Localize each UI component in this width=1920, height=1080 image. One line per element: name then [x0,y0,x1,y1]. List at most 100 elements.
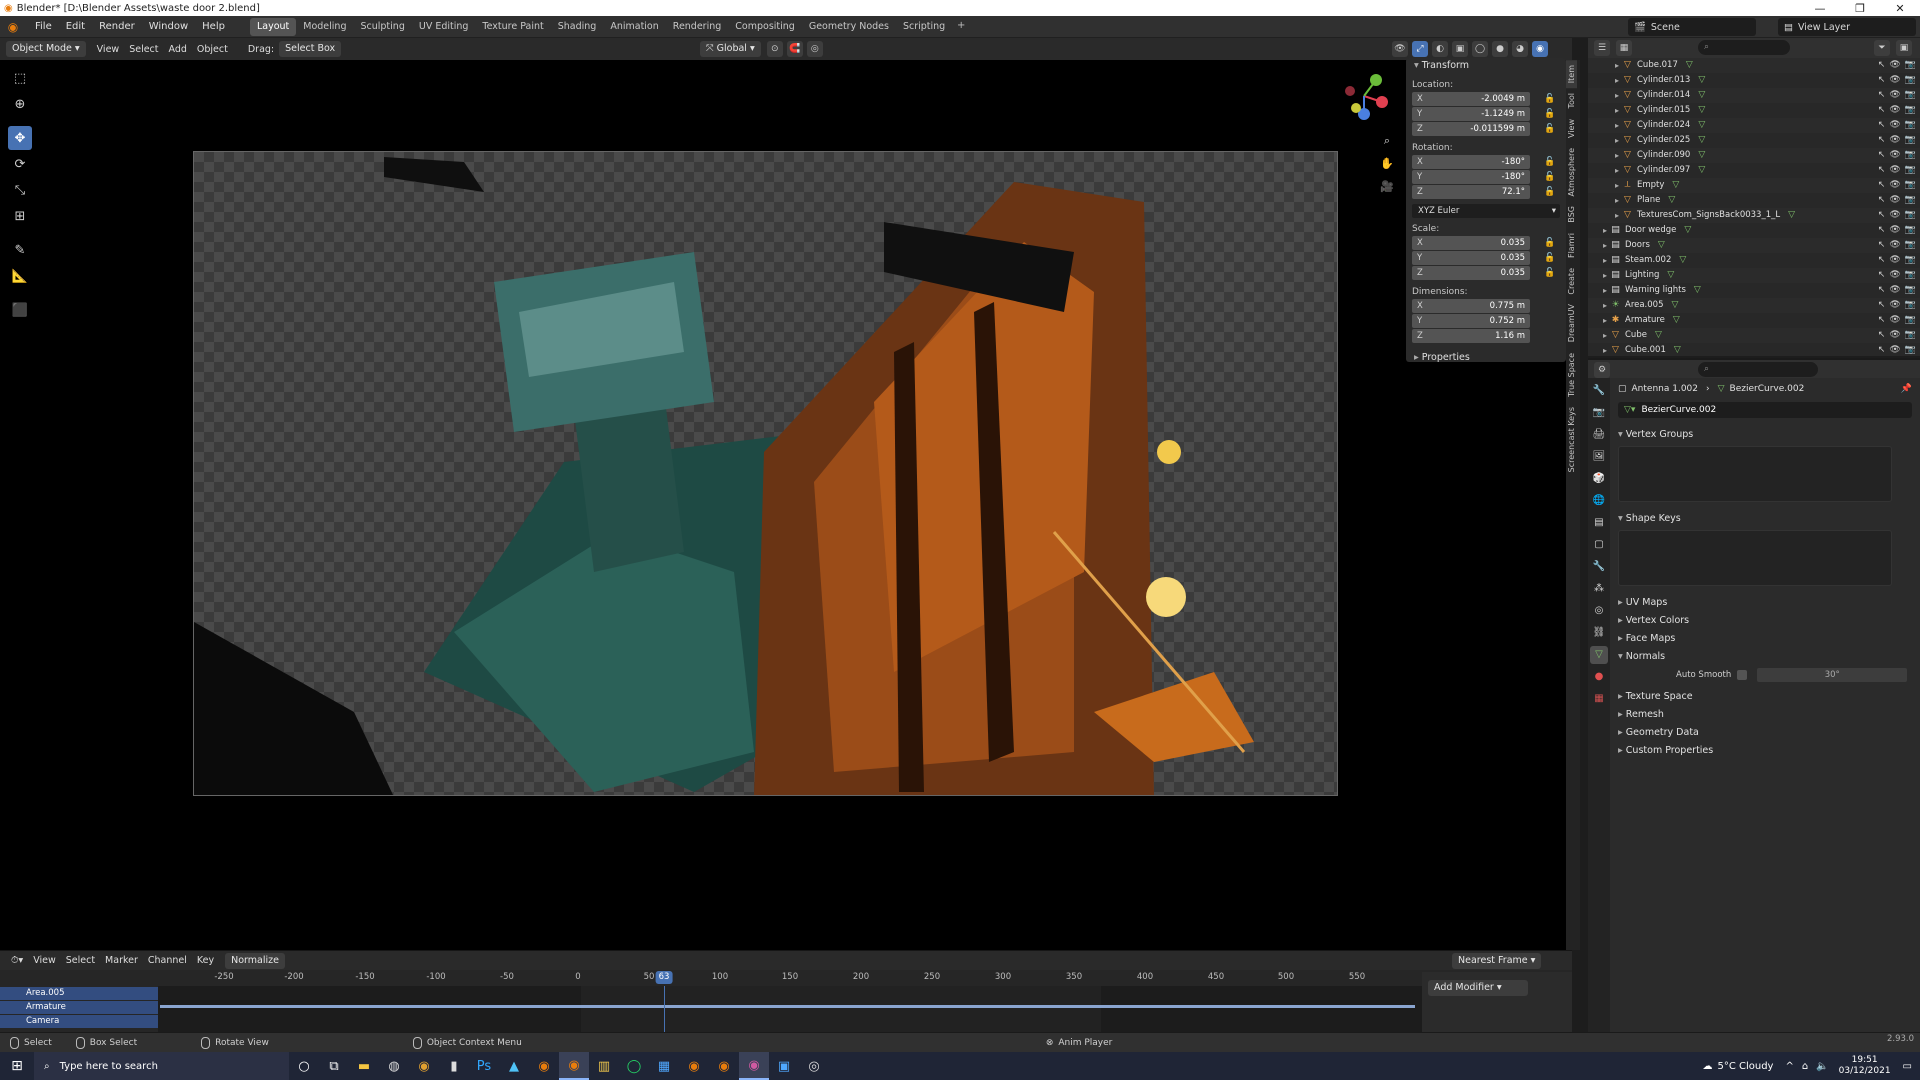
snap-dropdown[interactable]: Nearest Frame ▾ [1452,952,1542,969]
rotation-z-field[interactable]: Z 72.1° [1412,185,1530,199]
scene-selector[interactable]: 🎬 Scene [1628,18,1756,36]
outliner-row[interactable]: ▸ ▤ Door wedge ▽ ↖ 👁 📷 [1588,223,1920,238]
tab-dreamuv[interactable]: DreamUV [1566,299,1577,347]
app-icon[interactable]: ▣ [769,1052,799,1080]
eye-icon[interactable]: 👁 [1889,238,1900,253]
chrome-icon[interactable]: ◉ [409,1052,439,1080]
rotate-tool-icon[interactable]: ⟳ [8,152,32,176]
dimension-x-field[interactable]: X 0.775 m [1412,299,1530,313]
eye-icon[interactable]: 👁 [1889,193,1900,208]
outliner-row[interactable]: ▸ ▽ Cube.001 ▽ ↖ 👁 📷 [1588,343,1920,356]
eye-icon[interactable]: 👁 [1889,208,1900,223]
eye-icon[interactable]: 👁 [1889,223,1900,238]
eye-icon[interactable]: 👁 [1889,313,1900,328]
select-arrow-icon[interactable]: ↖ [1878,223,1886,238]
timeline-view-menu[interactable]: View [28,955,61,966]
outliner-row[interactable]: ▸ ▽ Cylinder.025 ▽ ↖ 👁 📷 [1588,133,1920,148]
mesh-name-field[interactable]: ▽▾ BezierCurve.002 [1618,402,1912,418]
tab-view[interactable]: View [1566,114,1577,143]
shape-keys-panel[interactable]: Shape Keys [1610,510,1920,528]
menu-help[interactable]: Help [195,18,232,36]
tab-item[interactable]: Item [1566,60,1577,89]
tab-create[interactable]: Create [1566,263,1577,300]
outliner-row[interactable]: ▸ ▤ Steam.002 ▽ ↖ 👁 📷 [1588,253,1920,268]
tab-texture-paint[interactable]: Texture Paint [475,18,550,36]
snap-icon[interactable]: 🧲 [786,41,803,57]
task-view-icon[interactable]: ⧉ [319,1052,349,1080]
channel-row[interactable]: Area.005 [0,987,158,1000]
camera-icon[interactable]: 📷 [1905,58,1916,73]
texture-space-panel[interactable]: Texture Space [1610,688,1920,706]
eye-icon[interactable]: 👁 [1889,298,1900,313]
world-tab-icon[interactable]: 🌐 [1590,492,1608,510]
view-menu[interactable]: View [92,44,125,55]
expand-chevron-icon[interactable]: ▸ [1600,343,1610,356]
normalize-toggle[interactable]: Normalize [225,952,285,969]
outliner-row[interactable]: ▸ ▤ Doors ▽ ↖ 👁 📷 [1588,238,1920,253]
camera-icon[interactable]: 📷 [1905,223,1916,238]
camera-icon[interactable]: 📷 [1905,193,1916,208]
channel-row[interactable]: Camera [0,1015,158,1028]
data-tab-icon[interactable]: ▽ [1590,646,1608,664]
object-menu[interactable]: Object [192,44,233,55]
transform-tool-icon[interactable]: ⊞ [8,204,32,228]
eye-icon[interactable]: 👁 [1889,163,1900,178]
eye-icon[interactable]: 👁 [1889,268,1900,283]
expand-chevron-icon[interactable]: ▸ [1600,283,1610,298]
properties-search-input[interactable]: ⌕ [1698,362,1818,377]
eye-icon[interactable]: 👁 [1889,328,1900,343]
outliner-row[interactable]: ▸ ▽ Cylinder.013 ▽ ↖ 👁 📷 [1588,73,1920,88]
location-x-field[interactable]: X -2.0049 m [1412,92,1530,106]
overlay-icon[interactable]: ◐ [1432,41,1448,57]
expand-chevron-icon[interactable]: ▸ [1612,208,1622,223]
expand-chevron-icon[interactable]: ▸ [1612,88,1622,103]
outliner-row[interactable]: ▸ ▽ Cylinder.024 ▽ ↖ 👁 📷 [1588,118,1920,133]
camera-icon[interactable]: 📷 [1905,88,1916,103]
select-arrow-icon[interactable]: ↖ [1878,58,1886,73]
select-menu[interactable]: Select [124,44,163,55]
remesh-panel[interactable]: Remesh [1610,706,1920,724]
visibility-icon[interactable]: 👁 [1392,41,1408,57]
timeline-marker-menu[interactable]: Marker [100,955,143,966]
eye-icon[interactable]: 👁 [1889,103,1900,118]
outliner-row[interactable]: ▸ ▽ Cylinder.015 ▽ ↖ 👁 📷 [1588,103,1920,118]
lock-icon[interactable]: 🔓 [1544,109,1556,121]
eye-icon[interactable]: 👁 [1889,133,1900,148]
camera-view-icon[interactable]: 🎥 [1378,178,1396,196]
menu-window[interactable]: Window [142,18,195,36]
select-arrow-icon[interactable]: ↖ [1878,178,1886,193]
lock-icon[interactable]: 🔓 [1544,187,1556,199]
weather-text[interactable]: 5°C Cloudy [1717,1061,1773,1072]
scene-tab-icon[interactable]: 🎲 [1590,470,1608,488]
outliner-row[interactable]: ▸ ▤ Warning lights ▽ ↖ 👁 📷 [1588,283,1920,298]
xray-icon[interactable]: ▣ [1452,41,1468,57]
modifier-tab-icon[interactable]: 🔧 [1590,558,1608,576]
dimension-y-field[interactable]: Y 0.752 m [1412,314,1530,328]
navigation-gizmo[interactable] [1334,66,1394,126]
auto-smooth-angle-field[interactable]: 30° [1757,668,1908,682]
scale-x-field[interactable]: X 0.035 [1412,236,1530,250]
camera-icon[interactable]: 📷 [1905,118,1916,133]
location-y-field[interactable]: Y -1.1249 m [1412,107,1530,121]
channel-row[interactable]: Armature [0,1001,158,1014]
cursor-tool-icon[interactable]: ⊕ [8,92,32,116]
select-arrow-icon[interactable]: ↖ [1878,313,1886,328]
camera-icon[interactable]: 📷 [1905,253,1916,268]
clock[interactable]: 19:51 03/12/2021 [1839,1055,1891,1077]
eye-icon[interactable]: 👁 [1889,58,1900,73]
expand-chevron-icon[interactable]: ▸ [1612,58,1622,73]
camera-icon[interactable]: 📷 [1905,343,1916,356]
eye-icon[interactable]: 👁 [1889,283,1900,298]
tab-animation[interactable]: Animation [603,18,665,36]
outliner-row[interactable]: ▸ ▽ Cube ▽ ↖ 👁 📷 [1588,328,1920,343]
lock-icon[interactable]: 🔓 [1544,253,1556,265]
expand-chevron-icon[interactable]: ▸ [1612,103,1622,118]
camera-icon[interactable]: 📷 [1905,283,1916,298]
camera-icon[interactable]: 📷 [1905,298,1916,313]
tool-tab-icon[interactable]: 🔧 [1590,382,1608,400]
tab-screencast-keys[interactable]: Screencast Keys [1566,402,1577,477]
rendered-shading-icon[interactable]: ◉ [1532,41,1548,57]
tab-sculpting[interactable]: Sculpting [353,18,411,36]
timeline-channel-menu[interactable]: Channel [143,955,192,966]
dimension-z-field[interactable]: Z 1.16 m [1412,329,1530,343]
